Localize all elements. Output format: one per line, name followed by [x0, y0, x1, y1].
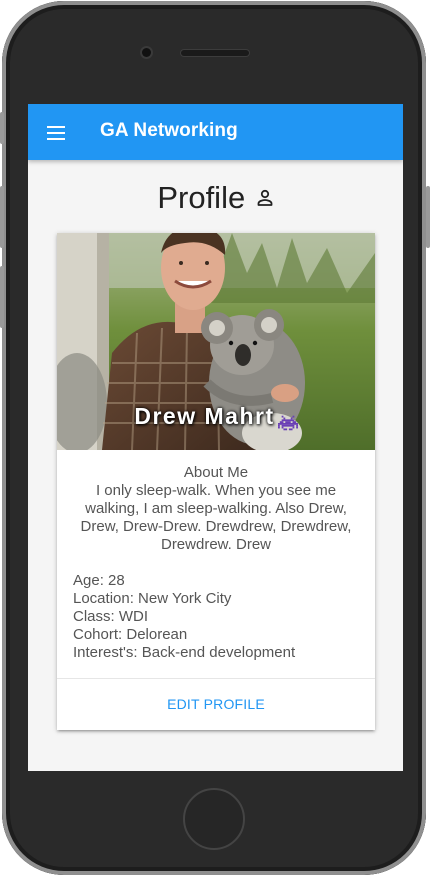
power-button: [426, 186, 430, 248]
page-title: Profile: [157, 180, 246, 215]
profile-card: Drew Mahrt About Me I only sleep-walk. W…: [57, 233, 375, 730]
about-heading: About Me: [183, 464, 249, 481]
app-title[interactable]: GA Networking: [100, 120, 238, 142]
front-camera: [142, 48, 151, 57]
home-button[interactable]: [183, 788, 245, 850]
detail-class: Class: WDI: [73, 608, 148, 625]
detail-interests: Interest's: Back-end development: [73, 644, 296, 661]
app-bar: GA Networking: [28, 104, 403, 160]
profile-first-name: Drew: [134, 403, 197, 429]
screen: GA Networking Profile Drew Mahrt About M…: [28, 104, 403, 771]
detail-location: Location: New York City: [73, 590, 232, 607]
page-header: Profile: [28, 180, 403, 220]
profile-card-content: About Me I only sleep-walk. When you see…: [57, 450, 375, 662]
profile-photo: Drew Mahrt: [57, 233, 375, 450]
alien-monster-icon: [277, 410, 298, 431]
person-icon: [257, 189, 273, 206]
detail-age: Age: 28: [73, 572, 125, 589]
volume-down-button: [0, 266, 4, 328]
profile-name: Drew Mahrt: [57, 403, 375, 431]
hamburger-menu-icon[interactable]: [47, 126, 65, 140]
profile-last-name: Mahrt: [204, 403, 275, 429]
mute-switch: [0, 112, 4, 144]
edit-profile-link[interactable]: EDIT PROFILE: [167, 696, 265, 712]
earpiece-speaker: [181, 50, 249, 56]
card-action: EDIT PROFILE: [57, 678, 375, 730]
about-text: I only sleep-walk. When you see me walki…: [80, 482, 352, 553]
volume-up-button: [0, 186, 4, 248]
detail-cohort: Cohort: Delorean: [73, 626, 188, 643]
profile-details: Age: 28 Location: New York City Class: W…: [73, 572, 359, 662]
